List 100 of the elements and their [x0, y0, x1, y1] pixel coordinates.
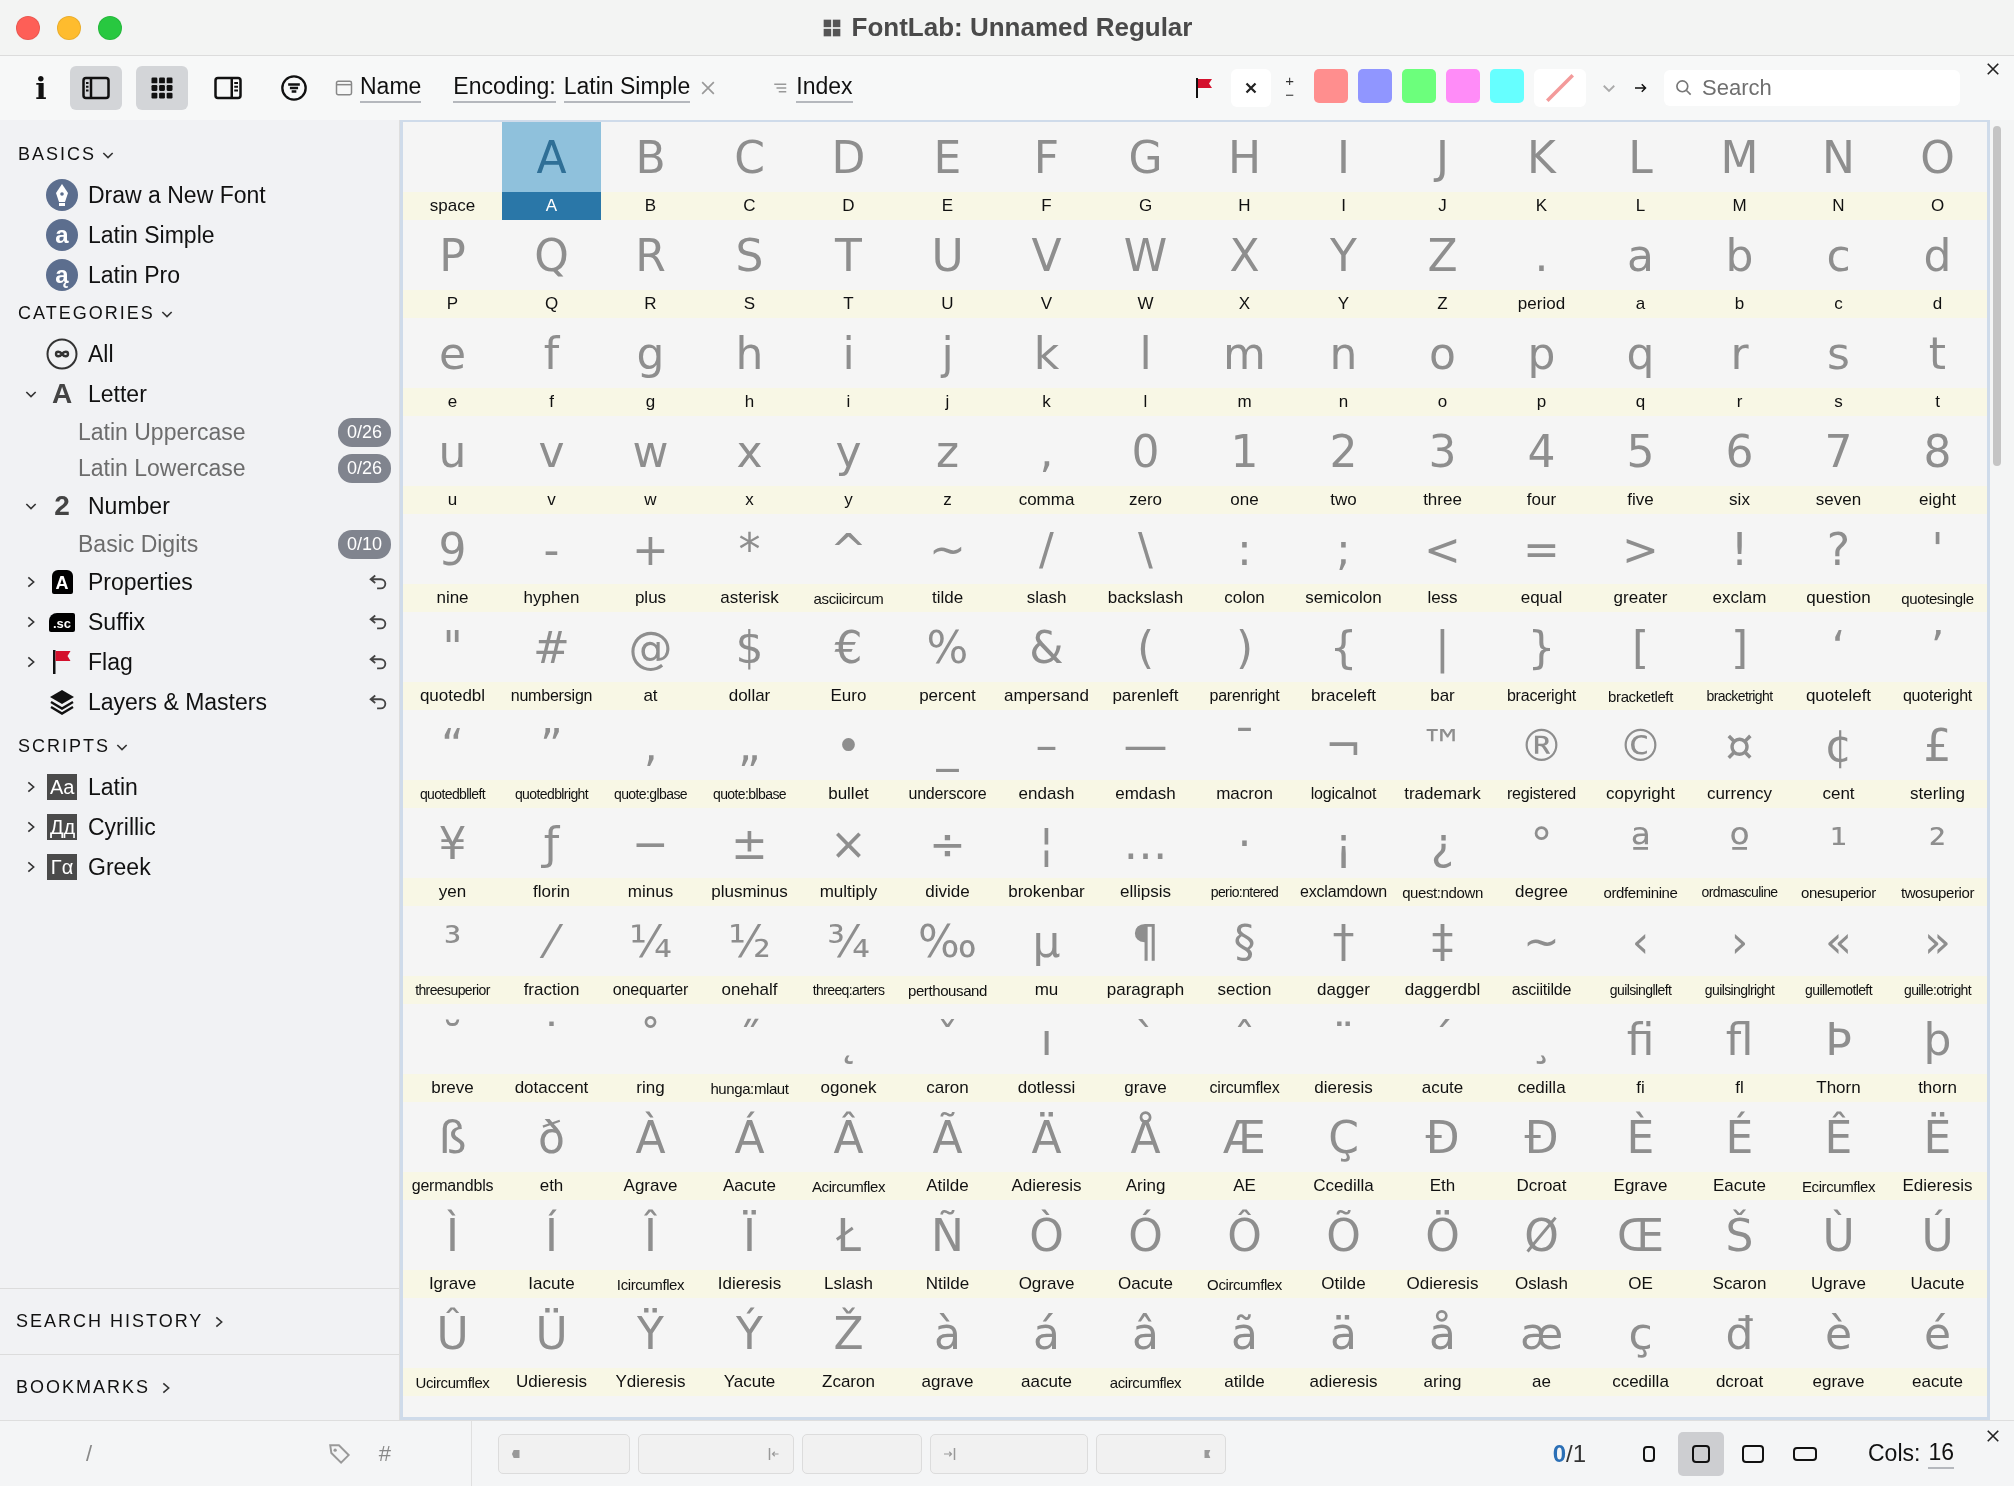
glyph-preview[interactable]: x [700, 416, 799, 486]
glyph-preview[interactable]: µ [997, 906, 1096, 976]
glyph-preview[interactable]: Đ [1492, 1102, 1591, 1172]
glyph-preview[interactable]: O [1888, 122, 1987, 192]
glyph-preview[interactable]: w [601, 416, 700, 486]
encoding-dropdown[interactable]: Latin Simple [563, 73, 691, 103]
glyph-preview[interactable]: È [1591, 1102, 1690, 1172]
glyph-preview[interactable]: ı [997, 1004, 1096, 1074]
glyph-preview[interactable]: M [1690, 122, 1789, 192]
view-toggle-button[interactable] [70, 66, 122, 110]
scrollbar-thumb[interactable] [1993, 126, 2001, 466]
metric-field[interactable] [1096, 1433, 1226, 1474]
glyph-preview[interactable]: ; [1294, 514, 1393, 584]
slash-label[interactable]: / [86, 1440, 93, 1467]
glyph-preview[interactable]: s [1789, 318, 1888, 388]
glyph-preview[interactable]: ) [1195, 612, 1294, 682]
glyph-preview[interactable]: ¯ [1195, 710, 1294, 780]
glyph-preview[interactable]: B [601, 122, 700, 192]
glyph-preview[interactable]: £ [1888, 710, 1987, 780]
glyph-preview[interactable]: Z [1393, 220, 1492, 290]
glyph-preview[interactable]: i [799, 318, 898, 388]
glyph-preview[interactable]: Ž [799, 1298, 898, 1368]
glyph-preview[interactable]: Ú [1888, 1200, 1987, 1270]
glyph-preview[interactable]: 3 [1393, 416, 1492, 486]
glyph-preview[interactable]: ÷ [898, 808, 997, 878]
glyph-preview[interactable]: j [898, 318, 997, 388]
glyph-preview[interactable]: ³ [403, 906, 502, 976]
glyph-preview[interactable]: h [700, 318, 799, 388]
glyph-preview[interactable]: × [799, 808, 898, 878]
plus-label[interactable]: + [1285, 74, 1294, 88]
glyph-preview[interactable]: o [1393, 318, 1492, 388]
glyph-preview[interactable]: T [799, 220, 898, 290]
sidebar-item[interactable]: Greek [88, 853, 389, 881]
glyph-preview[interactable]: ~ [1492, 906, 1591, 976]
glyph-preview[interactable]: 8 [1888, 416, 1987, 486]
glyph-preview[interactable]: Ü [502, 1298, 601, 1368]
glyph-preview[interactable]: ä [1294, 1298, 1393, 1368]
glyph-preview[interactable]: ‹ [1591, 906, 1690, 976]
glyph-preview[interactable]: è [1789, 1298, 1888, 1368]
sidebar-item[interactable]: Properties [88, 568, 367, 596]
glyph-preview[interactable]: < [1393, 514, 1492, 584]
glyph-preview[interactable]: Ê [1789, 1102, 1888, 1172]
glyph-preview[interactable]: ð [502, 1102, 601, 1172]
glyph-preview[interactable]: 5 [1591, 416, 1690, 486]
glyph-preview[interactable]: Ò [997, 1200, 1096, 1270]
glyph-preview[interactable]: ° [1492, 808, 1591, 878]
glyph-preview[interactable]: é [1888, 1298, 1987, 1368]
glyph-preview[interactable]: ‡ [1393, 906, 1492, 976]
glyph-preview[interactable]: 1 [1195, 416, 1294, 486]
glyph-preview[interactable]: Õ [1294, 1200, 1393, 1270]
glyph-preview[interactable]: « [1789, 906, 1888, 976]
glyph-preview[interactable]: = [1492, 514, 1591, 584]
glyph-preview[interactable]: Š [1690, 1200, 1789, 1270]
glyph-preview[interactable]: ç [1591, 1298, 1690, 1368]
metric-field[interactable] [498, 1433, 630, 1474]
glyph-preview[interactable]: % [898, 612, 997, 682]
glyph-preview[interactable]: D [799, 122, 898, 192]
glyph-preview[interactable]: ﬂ [1690, 1004, 1789, 1074]
sidebar-item[interactable]: Cyrillic [88, 813, 389, 841]
glyph-preview[interactable]: Ç [1294, 1102, 1393, 1172]
glyph-preview[interactable]: V [997, 220, 1096, 290]
glyph-preview[interactable]: É [1690, 1102, 1789, 1172]
glyph-preview[interactable]: : [1195, 514, 1294, 584]
glyph-preview[interactable]: ⁄ [502, 906, 601, 976]
glyph-preview[interactable]: ¾ [799, 906, 898, 976]
glyph-preview[interactable]: y [799, 416, 898, 486]
glyph-preview[interactable]: S [700, 220, 799, 290]
glyph-preview[interactable]: Å [1096, 1102, 1195, 1172]
glyph-preview[interactable]: ¬ [1294, 710, 1393, 780]
cell-size-button[interactable] [1678, 1431, 1724, 1476]
glyph-preview[interactable]: Æ [1195, 1102, 1294, 1172]
glyph-preview[interactable]: p [1492, 318, 1591, 388]
glyph-preview[interactable]: Á [700, 1102, 799, 1172]
glyph-preview[interactable]: Ö [1393, 1200, 1492, 1270]
glyph-preview[interactable]: F [997, 122, 1096, 192]
glyph-preview[interactable]: Ý [700, 1298, 799, 1368]
glyph-preview[interactable]: [ [1591, 612, 1690, 682]
glyph-preview[interactable]: 0 [1096, 416, 1195, 486]
cols-field[interactable]: 16 [1928, 1438, 1954, 1469]
glyph-preview[interactable]: ¶ [1096, 906, 1195, 976]
search-field[interactable]: Search [1664, 70, 1960, 106]
glyph-preview[interactable]: X [1195, 220, 1294, 290]
glyph-preview[interactable]: $ [700, 612, 799, 682]
section-header[interactable]: CATEGORIES [18, 303, 175, 324]
glyph-preview[interactable]: ® [1492, 710, 1591, 780]
glyph-preview[interactable]: ² [1888, 808, 1987, 878]
close-window-button[interactable] [16, 16, 40, 40]
glyph-preview[interactable]: } [1492, 612, 1591, 682]
glyph-preview[interactable]: » [1888, 906, 1987, 976]
glyph-preview[interactable]: - [502, 514, 601, 584]
glyph-preview[interactable]: € [799, 612, 898, 682]
glyph-preview[interactable]: ] [1690, 612, 1789, 682]
sidebar-item[interactable]: Letter [88, 380, 389, 408]
glyph-preview[interactable]: Í [502, 1200, 601, 1270]
glyph-preview[interactable]: ½ [700, 906, 799, 976]
glyph-preview[interactable]: ‰ [898, 906, 997, 976]
sidebar-item[interactable]: Suffix [88, 608, 367, 636]
glyph-preview[interactable]: + [601, 514, 700, 584]
glyph-preview[interactable]: 7 [1789, 416, 1888, 486]
glyph-preview[interactable]: ~ [898, 514, 997, 584]
